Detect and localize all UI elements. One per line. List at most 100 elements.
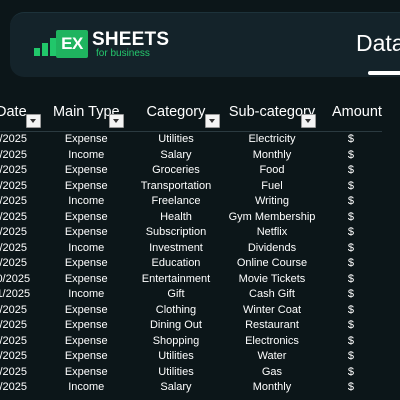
sub-category-cell[interactable]: Water [224,349,320,365]
main-type-cell[interactable]: Expense [45,349,128,365]
date-cell[interactable]: /2025 [0,365,45,381]
table-row[interactable]: 1/2025IncomeGiftCash Gift$ [0,287,382,303]
sub-category-cell[interactable]: Fuel [224,179,320,195]
amount-cell[interactable]: $ [320,179,382,195]
date-cell[interactable]: /2025 [0,380,45,396]
category-cell[interactable]: Education [128,256,224,272]
main-type-cell[interactable]: Income [45,148,128,164]
amount-cell[interactable]: $ [320,287,382,303]
table-row[interactable]: /2025 Expense Transportation Fuel $ [0,179,382,195]
main-type-cell[interactable]: Income [45,380,128,396]
table-row[interactable]: /2025 Expense Dining Out Restaurant $ [0,318,382,334]
amount-cell[interactable]: $ [320,163,382,179]
sub-category-cell[interactable]: Monthly [224,148,320,164]
category-cell[interactable]: Transportation [128,179,224,195]
date-cell[interactable]: /2025 [0,179,45,195]
table-row[interactable]: /2025 Expense Utilities Water $ [0,349,382,365]
main-type-cell[interactable]: Expense [45,210,128,226]
main-type-cell[interactable]: Expense [45,303,128,319]
category-cell[interactable]: Utilities [128,365,224,381]
sub-category-cell[interactable]: Netflix [224,225,320,241]
category-cell[interactable]: Salary [128,148,224,164]
amount-cell[interactable]: $ [320,272,382,288]
category-cell[interactable]: Entertainment [128,272,224,288]
date-cell[interactable]: /2025 [0,225,45,241]
exsheets-logo[interactable]: EX SHEETS for business [34,26,169,66]
sub-category-cell[interactable]: Monthly [224,380,320,396]
table-row[interactable]: /2025 Income Salary Monthly $ [0,148,382,164]
main-type-cell[interactable]: Expense [45,256,128,272]
category-cell[interactable]: Freelance [128,194,224,210]
amount-cell[interactable]: $ [320,132,382,148]
category-cell[interactable]: Salary [128,380,224,396]
amount-cell[interactable]: $ [320,241,382,257]
sub-category-cell[interactable]: Online Course [224,256,320,272]
table-row[interactable]: /2025 Expense Health Gym Membership $ [0,210,382,226]
table-row[interactable]: /2025 Income Investment Dividends $ [0,241,382,257]
date-cell[interactable]: 1/2025 [0,287,45,303]
amount-cell[interactable]: $ [320,349,382,365]
table-row[interactable]: 0/2025ExpenseEntertainmentMovie Tickets$ [0,272,382,288]
sub-category-cell[interactable]: Gas [224,365,320,381]
category-cell[interactable]: Health [128,210,224,226]
date-cell[interactable]: /2025 [0,349,45,365]
table-row[interactable]: /2025 Income Freelance Writing $ [0,194,382,210]
table-row[interactable]: /2025 Expense Clothing Winter Coat $ [0,303,382,319]
sub-category-cell[interactable]: Gym Membership [224,210,320,226]
sub-category-cell[interactable]: Cash Gift [224,287,320,303]
table-row[interactable]: /2025 Income Salary Monthly $ [0,380,382,396]
amount-cell[interactable]: $ [320,225,382,241]
category-cell[interactable]: Utilities [128,349,224,365]
date-cell[interactable]: /2025 [0,210,45,226]
amount-cell[interactable]: $ [320,334,382,350]
table-row[interactable]: /2025 Expense Education Online Course $ [0,256,382,272]
category-cell[interactable]: Shopping [128,334,224,350]
main-type-cell[interactable]: Income [45,194,128,210]
filter-dropdown-icon[interactable] [204,114,220,128]
main-type-cell[interactable]: Expense [45,132,128,148]
filter-dropdown-icon[interactable] [108,114,124,128]
sub-category-cell[interactable]: Winter Coat [224,303,320,319]
main-type-cell[interactable]: Expense [45,272,128,288]
table-row[interactable]: /2025 Expense Utilities Electricity $ [0,132,382,148]
filter-dropdown-icon[interactable] [300,114,316,128]
sub-category-cell[interactable]: Electronics [224,334,320,350]
table-row[interactable]: /2025 Expense Utilities Gas $ [0,365,382,381]
date-cell[interactable]: /2025 [0,132,45,148]
main-type-cell[interactable]: Expense [45,163,128,179]
category-cell[interactable]: Groceries [128,163,224,179]
sub-category-cell[interactable]: Dividends [224,241,320,257]
category-cell[interactable]: Utilities [128,132,224,148]
amount-cell[interactable]: $ [320,210,382,226]
main-type-cell[interactable]: Expense [45,179,128,195]
main-type-cell[interactable]: Expense [45,365,128,381]
amount-cell[interactable]: $ [320,380,382,396]
category-cell[interactable]: Investment [128,241,224,257]
sub-category-cell[interactable]: Movie Tickets [224,272,320,288]
date-cell[interactable]: /2025 [0,256,45,272]
main-type-cell[interactable]: Expense [45,318,128,334]
amount-cell[interactable]: $ [320,256,382,272]
table-row[interactable]: /2025 Expense Subscription Netflix $ [0,225,382,241]
table-row[interactable]: /2025 Expense Shopping Electronics $ [0,334,382,350]
amount-cell[interactable]: $ [320,148,382,164]
category-cell[interactable]: Clothing [128,303,224,319]
category-cell[interactable]: Dining Out [128,318,224,334]
amount-cell[interactable]: $ [320,303,382,319]
amount-cell[interactable]: $ [320,318,382,334]
sub-category-cell[interactable]: Food [224,163,320,179]
date-cell[interactable]: /2025 [0,163,45,179]
sub-category-cell[interactable]: Electricity [224,132,320,148]
main-type-cell[interactable]: Expense [45,334,128,350]
date-cell[interactable]: /2025 [0,334,45,350]
sub-category-cell[interactable]: Writing [224,194,320,210]
filter-dropdown-icon[interactable] [25,114,41,128]
date-cell[interactable]: 0/2025 [0,272,45,288]
main-type-cell[interactable]: Income [45,287,128,303]
sub-category-cell[interactable]: Restaurant [224,318,320,334]
table-row[interactable]: /2025 Expense Groceries Food $ [0,163,382,179]
date-cell[interactable]: /2025 [0,303,45,319]
date-cell[interactable]: /2025 [0,194,45,210]
category-cell[interactable]: Gift [128,287,224,303]
main-type-cell[interactable]: Expense [45,225,128,241]
